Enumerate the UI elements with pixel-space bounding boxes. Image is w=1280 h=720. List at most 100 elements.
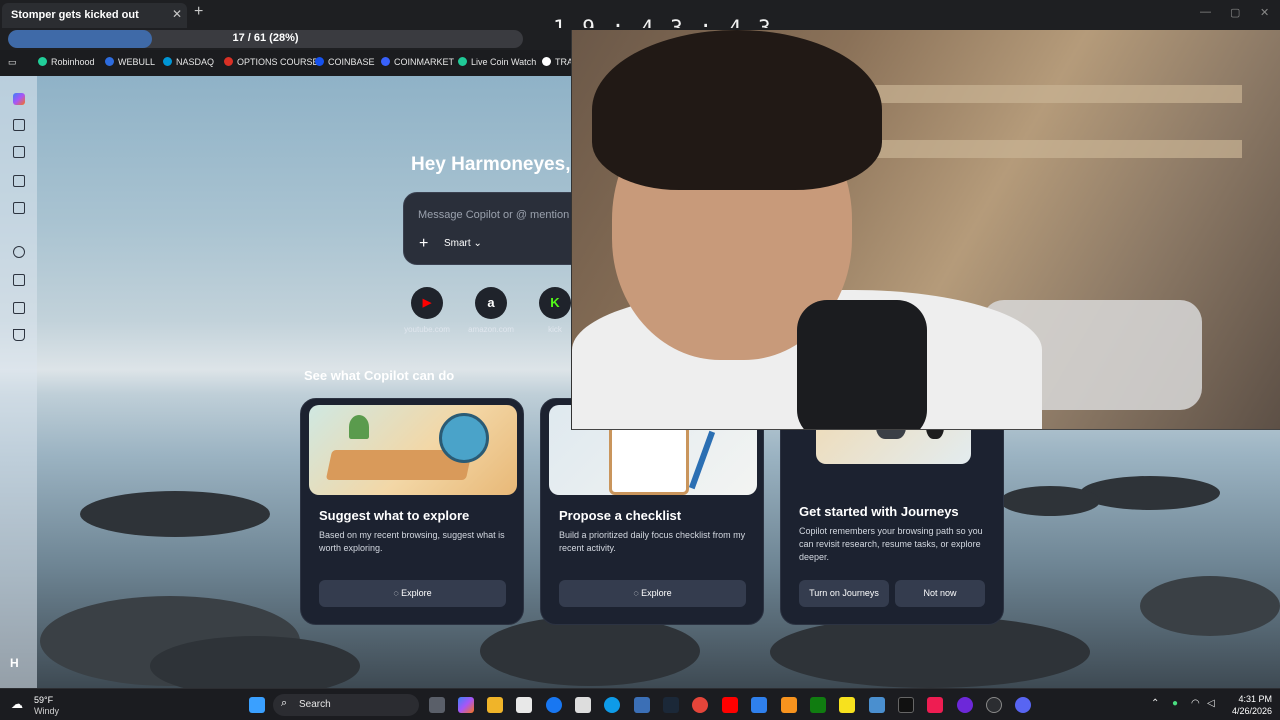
discord-icon[interactable] (1015, 697, 1031, 713)
tiktok-icon[interactable] (927, 697, 943, 713)
add-attachment-button[interactable]: + (419, 235, 428, 253)
close-window-icon[interactable]: ✕ (1260, 6, 1269, 19)
chat-input[interactable]: Message Copilot or @ mention a (418, 209, 578, 221)
clock-time[interactable]: 4:31 PM (1220, 694, 1272, 704)
file-explorer-icon[interactable] (487, 697, 503, 713)
chrome-icon[interactable] (692, 697, 708, 713)
page-title: Hey Harmoneyes, w (411, 154, 591, 175)
new-tab-button[interactable]: + (194, 3, 203, 21)
clock-date[interactable]: 4/26/2026 (1220, 706, 1272, 716)
card-title: Propose a checklist (559, 508, 682, 523)
app-icon[interactable] (869, 697, 885, 713)
xbox-icon[interactable] (810, 697, 826, 713)
section-title: See what Copilot can do (304, 368, 455, 383)
live-coin-watch-icon (458, 57, 467, 66)
history-icon[interactable] (13, 246, 25, 258)
not-now-button[interactable]: Not now (895, 580, 985, 607)
sticky-notes-icon[interactable] (839, 697, 855, 713)
shortcut-amazon[interactable]: a (475, 287, 507, 319)
close-tab-icon[interactable]: ✕ (172, 7, 182, 21)
shortcut-kick[interactable]: K (539, 287, 571, 319)
coinmarket-icon (381, 57, 390, 66)
weather-desc[interactable]: Windy (34, 706, 59, 716)
app-icon[interactable] (957, 697, 973, 713)
bookmark-robinhood[interactable]: Robinhood (38, 57, 95, 67)
app-icon[interactable] (781, 697, 797, 713)
shortcut-label-youtube: youtube.com (404, 325, 450, 334)
shortcut-label-amazon: amazon.com (468, 325, 514, 334)
app-icon[interactable] (898, 697, 914, 713)
bookmark-tra[interactable]: TRA (542, 57, 573, 67)
bookmark-coinmarket[interactable]: COINMARKET (381, 57, 454, 67)
tradingview-icon (542, 57, 551, 66)
app-icon[interactable] (751, 697, 767, 713)
card-description: Copilot remembers your browsing path so … (799, 526, 983, 562)
explore-button[interactable]: ◌ Explore (319, 580, 506, 607)
calculator-icon[interactable] (634, 697, 650, 713)
avatar[interactable]: H (10, 656, 19, 670)
progress-text: 17 / 61 (28%) (232, 32, 299, 44)
card-suggest-explore[interactable]: Suggest what to explore Based on my rece… (300, 398, 524, 625)
bookmark-options-course[interactable]: OPTIONS COURSE (224, 57, 319, 67)
compose-icon[interactable] (13, 146, 25, 158)
collections-icon[interactable] (13, 175, 25, 187)
labs-flask-icon[interactable] (13, 329, 25, 341)
taskbar: ☁ 59°F Windy ⌕ Search ⌃ ● ◠ ◁ 4:31 PM 4/… (0, 688, 1280, 720)
copilot-icon[interactable] (458, 697, 474, 713)
maximize-icon[interactable]: ▢ (1230, 6, 1240, 19)
person-hair (592, 30, 882, 190)
steam-icon[interactable] (663, 697, 679, 713)
minimize-icon[interactable]: — (1200, 6, 1211, 18)
card-description: Build a prioritized daily focus checklis… (559, 530, 746, 553)
search-icon: ⌕ (281, 697, 288, 709)
explore-illustration (309, 405, 517, 495)
weather-temp[interactable]: 59°F (34, 695, 53, 705)
weather-icon[interactable]: ☁ (11, 697, 23, 711)
progress-bar: 17 / 61 (28%) (8, 30, 523, 48)
volume-icon[interactable]: ◁ (1207, 698, 1215, 709)
image-search-icon[interactable] (13, 302, 25, 314)
bookmark-coinbase[interactable]: COINBASE (315, 57, 375, 67)
obs-icon[interactable] (986, 697, 1002, 713)
bookmarks-menu-icon[interactable]: ▭ (8, 57, 17, 68)
webull-icon (105, 57, 114, 66)
tasks-icon[interactable] (13, 202, 25, 214)
task-view-icon[interactable] (429, 697, 445, 713)
bookmark-nasdaq[interactable]: NASDAQ (163, 57, 214, 67)
bookmark-live-coin-watch[interactable]: Live Coin Watch (458, 57, 536, 67)
store-icon[interactable] (516, 697, 532, 713)
card-title: Suggest what to explore (319, 508, 470, 523)
robinhood-icon (38, 57, 47, 66)
screen: Stomper gets kicked out ✕ + — ▢ ✕ 1 9 : … (0, 0, 1280, 720)
mode-selector[interactable]: Smart ⌄ (444, 238, 482, 249)
sidebar-panel-icon[interactable] (13, 119, 25, 131)
facebook-icon[interactable] (546, 697, 562, 713)
amazon-icon: a (487, 295, 495, 310)
copilot-icon[interactable] (13, 93, 25, 105)
card-propose-checklist[interactable]: Propose a checklist Build a prioritized … (540, 398, 764, 625)
chat-bubble-icon: ◌ (633, 588, 642, 598)
turn-on-journeys-button[interactable]: Turn on Journeys (799, 580, 889, 607)
browser-sidebar: H (0, 76, 37, 688)
tab-active[interactable]: Stomper gets kicked out ✕ (2, 3, 187, 28)
shortcut-youtube[interactable]: ▶ (411, 287, 443, 319)
youtube-icon[interactable] (722, 697, 738, 713)
wifi-icon[interactable]: ◠ (1191, 698, 1200, 709)
webcam-overlay (571, 30, 1280, 430)
coinbase-icon (315, 57, 324, 66)
kick-icon: K (550, 295, 560, 310)
bookmark-webull[interactable]: WEBULL (105, 57, 155, 67)
tab-title: Stomper gets kicked out (11, 9, 139, 21)
search-input[interactable]: ⌕ Search (273, 694, 419, 716)
amazon-icon[interactable] (575, 697, 591, 713)
chevron-up-icon[interactable]: ⌃ (1151, 698, 1159, 709)
card-title: Get started with Journeys (799, 504, 959, 519)
chat-bubble-icon: ◌ (393, 588, 402, 598)
edge-icon[interactable] (604, 697, 620, 713)
held-clothing (797, 300, 927, 429)
shopping-icon[interactable] (13, 274, 25, 286)
explore-button[interactable]: ◌ Explore (559, 580, 746, 607)
card-journeys[interactable]: Get started with Journeys Copilot rememb… (780, 379, 1004, 625)
start-icon[interactable] (249, 697, 265, 713)
microphone-icon[interactable]: ● (1172, 698, 1178, 709)
